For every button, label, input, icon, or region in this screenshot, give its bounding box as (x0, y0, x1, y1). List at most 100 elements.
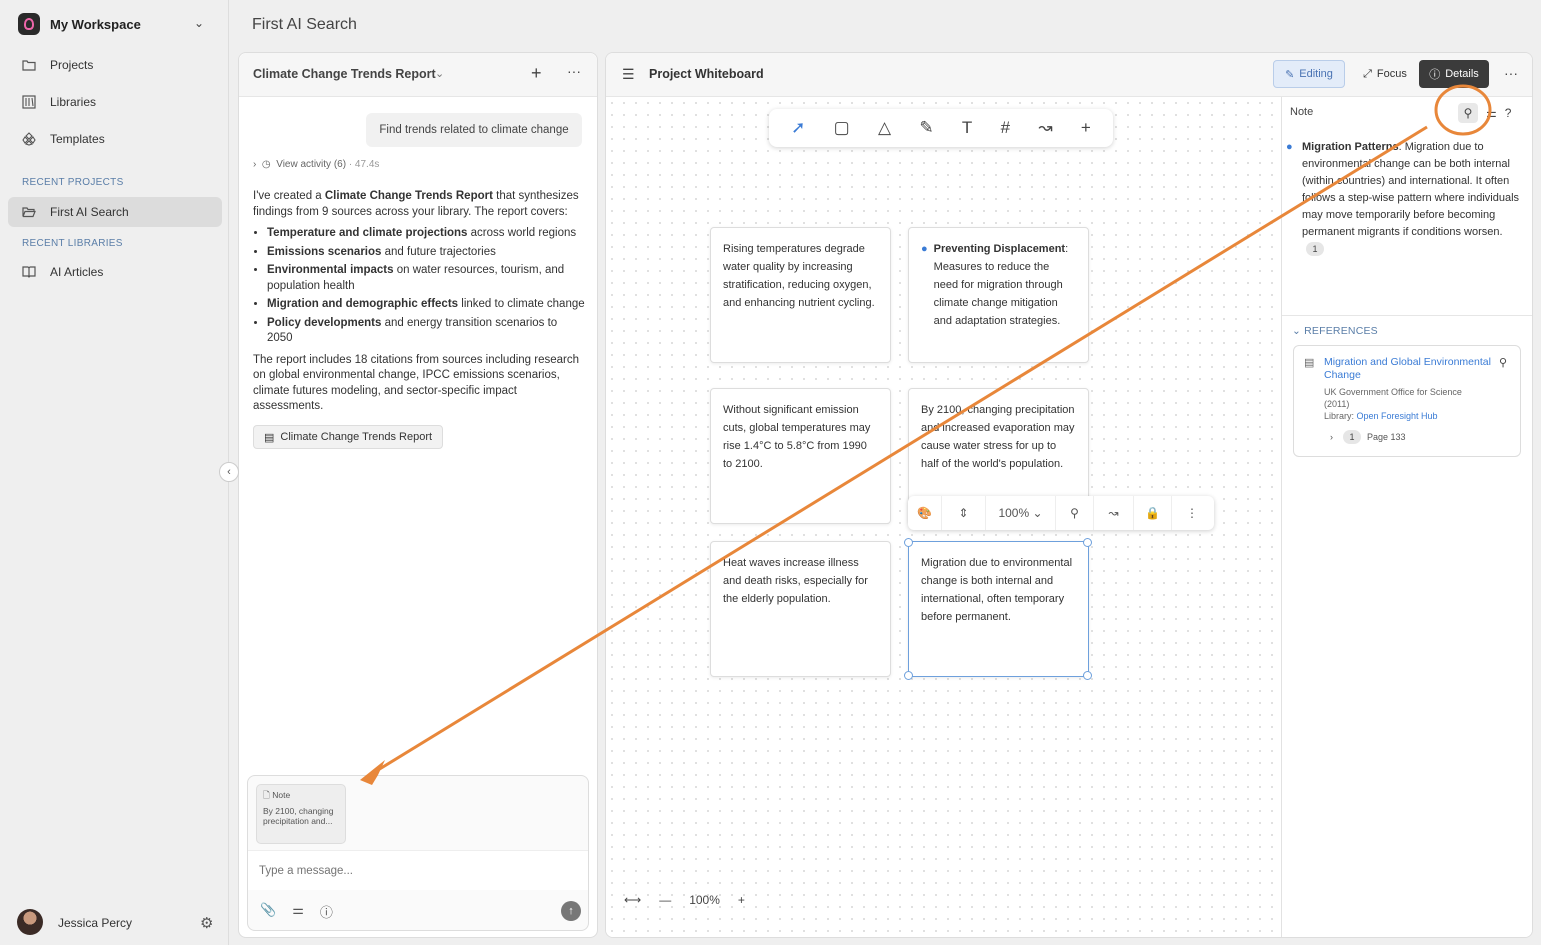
attach-ai-icon[interactable]: ⚲ (1056, 496, 1094, 530)
zoom-in-icon[interactable]: + (738, 893, 745, 907)
more-icon[interactable]: ··· (567, 63, 581, 79)
recent-projects-heading: RECENT PROJECTS (22, 177, 124, 188)
help-icon[interactable]: ? (1505, 106, 1512, 120)
report-chip[interactable]: ▤ Climate Change Trends Report (253, 425, 444, 449)
references-heading[interactable]: ⌄ REFERENCES (1292, 325, 1378, 337)
whiteboard-title: Project Whiteboard (649, 67, 764, 81)
book-icon (22, 265, 36, 279)
user-name[interactable]: Jessica Percy (58, 916, 132, 930)
note-detail-bold: Migration Patterns (1302, 141, 1399, 153)
reference-library[interactable]: Open Foresight Hub (1357, 411, 1438, 421)
shapes-tool-icon[interactable]: △ (878, 118, 891, 138)
send-button[interactable]: ↑ (561, 901, 581, 921)
sliders-icon[interactable]: ⚌ (292, 902, 304, 921)
select-tool-icon[interactable]: ➚ (791, 118, 805, 138)
note-text: Migration due to environmental change is… (921, 557, 1073, 623)
chevron-down-icon[interactable]: ⌄ (435, 67, 444, 80)
note-card-selected[interactable]: Migration due to environmental change is… (908, 541, 1089, 677)
recent-project-label: First AI Search (50, 205, 129, 219)
message-input[interactable] (248, 850, 588, 890)
help-icon[interactable]: ⓘ (320, 902, 333, 921)
note-detail-body: : Migration due to environmental change … (1302, 141, 1520, 238)
reply-outro: The report includes 18 citations from so… (253, 353, 579, 413)
chat-panel: Climate Change Trends Report ⌄ + ··· Fin… (238, 52, 598, 938)
nav-libraries[interactable]: Libraries (8, 87, 222, 117)
reference-page-row[interactable]: › 1 Page 133 (1330, 430, 1406, 444)
chevron-right-icon: › (1330, 432, 1333, 442)
new-chat-button[interactable]: + (531, 63, 542, 84)
details-button[interactable]: ⓘ Details (1419, 60, 1489, 88)
page-title: First AI Search (252, 16, 357, 33)
whiteboard-canvas[interactable]: ➚ ▢ △ ✎ T # ↝ + Rising temperatures degr… (606, 97, 1281, 937)
focus-button[interactable]: ⤢ Focus (1357, 60, 1413, 88)
info-icon: ⓘ (1429, 69, 1441, 81)
report-icon: ▤ (264, 431, 275, 444)
nav-projects-label: Projects (50, 58, 94, 72)
more-vertical-icon[interactable]: ⋮ (1172, 496, 1212, 530)
list-item: Migration and demographic effects linked… (267, 297, 585, 313)
reference-page: Page 133 (1367, 432, 1406, 442)
sidebar: My Workspace ⌄ Projects Libraries Templa… (0, 0, 229, 945)
note-card[interactable]: Rising temperatures degrade water qualit… (710, 227, 891, 363)
text-tool-icon[interactable]: T (962, 118, 972, 138)
resize-handle[interactable] (904, 671, 913, 680)
note-tool-icon[interactable]: ▢ (834, 118, 850, 138)
resize-handle[interactable] (1083, 538, 1092, 547)
editing-label: Editing (1299, 68, 1333, 80)
note-card[interactable]: ● Preventing Displacement: Measures to re… (908, 227, 1089, 363)
pencil-icon: ✎ (1285, 68, 1295, 81)
sliders-icon[interactable]: ⚌ (1486, 106, 1497, 120)
gear-icon[interactable]: ⚙ (200, 914, 213, 932)
connector-tool-icon[interactable]: ↝ (1038, 118, 1052, 138)
clock-icon: ◷ (261, 159, 271, 170)
chat-title[interactable]: Climate Change Trends Report (253, 67, 436, 81)
reference-title[interactable]: Migration and Global Environmental Chang… (1324, 356, 1504, 382)
fit-width-icon[interactable]: ⟷ (624, 893, 641, 907)
palette-icon[interactable]: 🎨 (908, 496, 942, 530)
add-tool-icon[interactable]: + (1081, 118, 1091, 138)
send-to-chat-icon[interactable]: ⚲ (1458, 103, 1478, 123)
menu-icon[interactable]: ☰ (622, 66, 635, 83)
avatar[interactable] (17, 909, 43, 935)
view-activity[interactable]: › ◷ View activity (6) · 47.4s (253, 159, 379, 170)
note-context-toolbar: 🎨 ⇕ 100% ⌄ ⚲ ↝ 🔒 ⋮ (908, 496, 1214, 530)
report-chip-label: Climate Change Trends Report (280, 431, 433, 443)
folder-open-icon (22, 205, 36, 219)
attached-note[interactable]: 🗋 Note By 2100, changing precipitation a… (256, 784, 346, 844)
lock-icon[interactable]: 🔒 (1134, 496, 1172, 530)
citation-badge[interactable]: 1 (1306, 242, 1324, 256)
more-icon[interactable]: ··· (1504, 65, 1518, 81)
workspace-logo (18, 13, 40, 35)
reference-author: UK Government Office for Science (1324, 387, 1462, 397)
chevron-down-icon[interactable]: ⌄ (194, 16, 204, 30)
fit-height-icon[interactable]: ⇕ (942, 496, 986, 530)
pen-tool-icon[interactable]: ✎ (919, 118, 933, 138)
recent-project-item[interactable]: First AI Search (8, 197, 222, 227)
resize-handle[interactable] (904, 538, 913, 547)
document-icon: 🗋 (263, 790, 270, 800)
reference-card[interactable]: ▤ Migration and Global Environmental Cha… (1293, 345, 1521, 457)
connector-icon[interactable]: ↝ (1094, 496, 1134, 530)
note-text: By 2100, changing precipitation and incr… (921, 404, 1075, 470)
collapse-sidebar-button[interactable]: ‹ (219, 462, 239, 482)
note-detail-text: ● Migration Patterns: Migration due to e… (1286, 139, 1524, 258)
nav-projects[interactable]: Projects (8, 50, 222, 80)
note-card[interactable]: Heat waves increase illness and death ri… (710, 541, 891, 677)
activity-label: View activity (6) (276, 159, 347, 170)
recent-library-item[interactable]: AI Articles (8, 257, 222, 287)
frame-tool-icon[interactable]: # (1001, 118, 1010, 138)
resize-handle[interactable] (1083, 671, 1092, 680)
note-text: Rising temperatures degrade water qualit… (723, 243, 875, 309)
paperclip-icon[interactable]: 📎 (260, 902, 276, 921)
workspace-name[interactable]: My Workspace (50, 17, 141, 32)
whiteboard-panel: ☰ Project Whiteboard ✎ Editing ⤢ Focus ⓘ De… (605, 52, 1533, 938)
nav-templates[interactable]: Templates (8, 124, 222, 154)
attached-note-label: Note (272, 790, 291, 800)
zoom-out-icon[interactable]: — (659, 893, 671, 907)
folder-icon (22, 58, 36, 72)
zoom-dropdown[interactable]: 100% ⌄ (986, 496, 1056, 530)
editing-button[interactable]: ✎ Editing (1273, 60, 1345, 88)
attach-ai-icon[interactable]: ⚲ (1499, 356, 1507, 369)
library-prefix: Library: (1324, 411, 1357, 421)
note-card[interactable]: Without significant emission cuts, globa… (710, 388, 891, 524)
